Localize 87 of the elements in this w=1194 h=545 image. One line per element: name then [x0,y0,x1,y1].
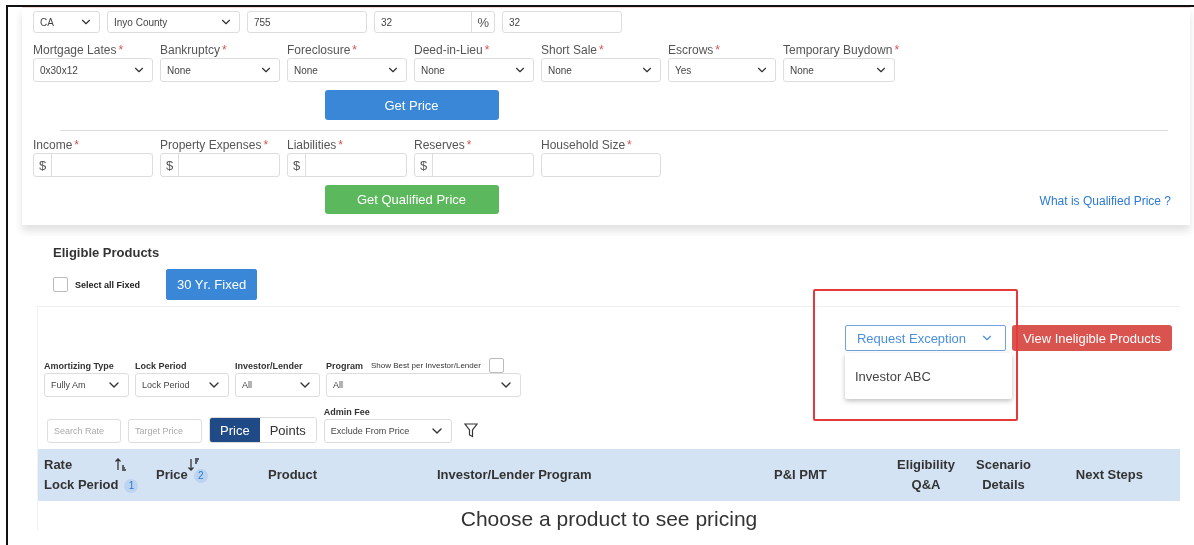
field-label: Liabilities [287,138,337,152]
filter-label: Amortizing Type [44,360,114,371]
filter-label: Admin Fee [323,406,370,417]
field-label: Bankruptcy [160,43,221,57]
select-field[interactable]: Inyo County [107,11,240,33]
select-field[interactable]: CA [33,11,100,33]
request-exception-dropdown[interactable]: Request Exception [845,325,1006,351]
filter-label: Investor/Lender [235,360,303,371]
select-field[interactable]: None [414,58,534,82]
field-label: Mortgage Lates [33,43,117,57]
select-field[interactable]: None [541,58,661,82]
product-button[interactable]: 30 Yr. Fixed [166,269,258,300]
required-mark: * [74,138,80,152]
required-mark: * [599,43,604,57]
field-label: Property Expenses [160,138,262,152]
column-header: Details [982,477,1025,492]
input-field[interactable]: $ [287,153,407,177]
checkbox[interactable] [53,277,68,292]
select-field[interactable]: 0x30x12 [33,58,153,82]
column-header: Next Steps [1075,467,1143,482]
input-field[interactable]: 32 [502,11,622,33]
checkbox-label: Select all Fixed [75,279,141,290]
field-label: Escrows [668,43,714,57]
filter-label: Lock Period [135,360,187,371]
required-mark: * [263,138,269,152]
sort-order-badge: 1 [124,478,139,493]
required-mark: * [484,43,490,57]
empty-message: Choose a product to see pricing [459,507,759,531]
column-header: Rate [44,456,73,474]
field-label: Income [33,138,73,152]
checkbox-label: Show Best per Investor/Lender [371,361,481,370]
select-field[interactable]: Fully Am [44,373,129,397]
prefix-addon: $ [288,154,307,176]
sort-order-badge: 2 [193,468,208,483]
column-header: Price [156,467,188,482]
menu-item[interactable]: Investor ABC [845,368,931,384]
prefix-addon: $ [415,154,434,176]
column-header: P&I PMT [774,467,827,482]
input-field[interactable]: $ [33,153,153,177]
section-title: Eligible Products [53,245,161,260]
required-mark: * [466,138,472,152]
required-mark: * [627,138,632,152]
column-header: Q&A [911,477,941,492]
required-mark: * [118,43,124,57]
field-label: Household Size [541,138,626,152]
sort-descending-icon[interactable] [188,458,200,471]
required-mark: * [894,43,900,57]
filter-label: Program [326,360,363,371]
select-field[interactable]: All [235,373,320,397]
input-field[interactable]: $ [414,153,534,177]
sort-ascending-icon[interactable] [115,458,127,471]
target-price-field[interactable]: Target Price [128,419,202,443]
search-rate-field[interactable]: Search Rate [47,419,121,443]
filter-icon[interactable] [463,423,478,438]
qualified-price-link[interactable]: What is Qualified Price ? [1039,194,1171,208]
select-field[interactable]: Lock Period [135,373,229,397]
field-label: Deed-in-Lieu [414,43,483,57]
view-ineligible-button[interactable]: View Ineligible Products [1012,325,1172,351]
mode-toggle[interactable]: Price [210,418,260,442]
select-field[interactable]: None [783,58,895,82]
column-header: Lock Period [44,477,119,492]
field-label: Temporary Buydown [783,43,893,57]
field-label: Reserves [414,138,465,152]
input-field[interactable]: $ [160,153,280,177]
column-header: Investor/Lender Program [437,467,592,482]
column-header: Eligibility [897,456,955,474]
checkbox[interactable] [488,358,504,373]
input-field[interactable]: 32 % [374,11,495,33]
suffix-addon: % [471,12,494,32]
select-field[interactable]: None [160,58,280,82]
required-mark: * [222,43,227,57]
field-label: Short Sale [541,43,598,57]
required-mark: * [715,43,720,57]
select-field[interactable]: Yes [668,58,776,82]
input-field[interactable] [541,153,661,177]
input-field[interactable]: 755 [247,11,367,33]
field-label: Foreclosure [287,43,351,57]
get-price-button[interactable]: Get Price [324,90,499,120]
select-field[interactable]: None [287,58,407,82]
column-header: Product [268,467,318,482]
prefix-addon: $ [161,154,180,176]
select-field[interactable]: Exclude From Price [323,419,452,443]
prefix-addon: $ [34,154,53,176]
column-header: Scenario [976,456,1031,474]
select-field[interactable]: All [326,373,521,397]
required-mark: * [338,138,344,152]
required-mark: * [352,43,358,57]
